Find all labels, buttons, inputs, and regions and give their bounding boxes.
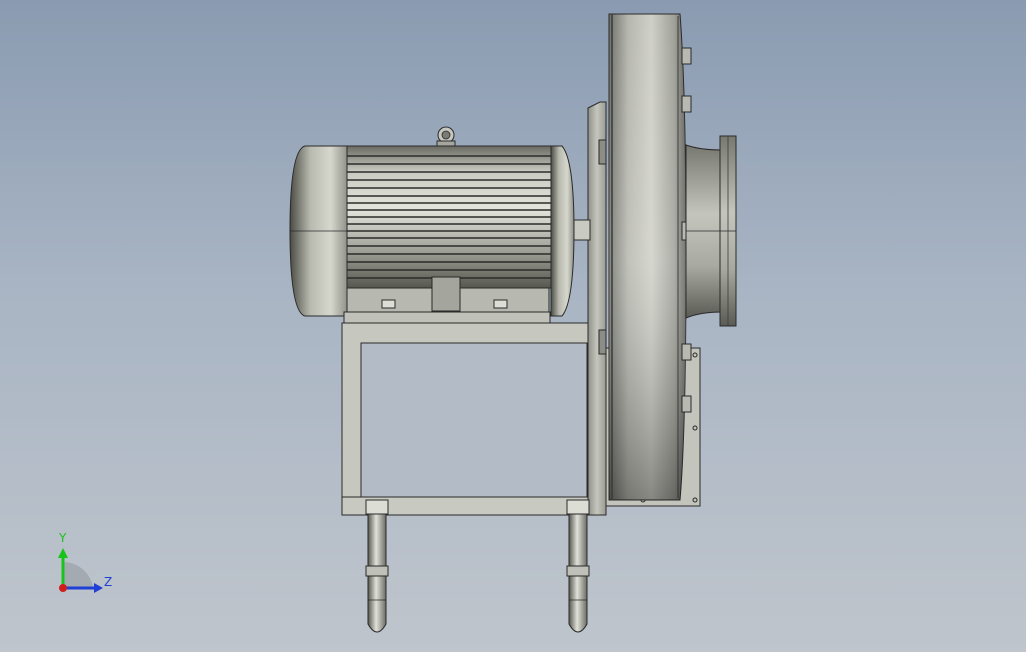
lifting-eye-icon bbox=[436, 126, 456, 147]
triad-y-label: Y bbox=[59, 531, 67, 545]
mounting-plate[interactable] bbox=[587, 101, 607, 516]
triad-z-label: Z bbox=[104, 575, 113, 589]
electric-motor[interactable] bbox=[289, 126, 591, 324]
fan-housing[interactable] bbox=[608, 13, 692, 501]
support-leg-left[interactable] bbox=[365, 499, 389, 633]
x-axis-dot-icon bbox=[59, 584, 67, 592]
support-leg-right[interactable] bbox=[566, 499, 590, 633]
inlet-nozzle[interactable] bbox=[685, 135, 737, 327]
blower-assembly-model[interactable] bbox=[0, 0, 1026, 652]
support-frame[interactable] bbox=[341, 322, 607, 516]
orientation-triad bbox=[58, 548, 103, 593]
cad-viewport[interactable] bbox=[0, 0, 1026, 652]
